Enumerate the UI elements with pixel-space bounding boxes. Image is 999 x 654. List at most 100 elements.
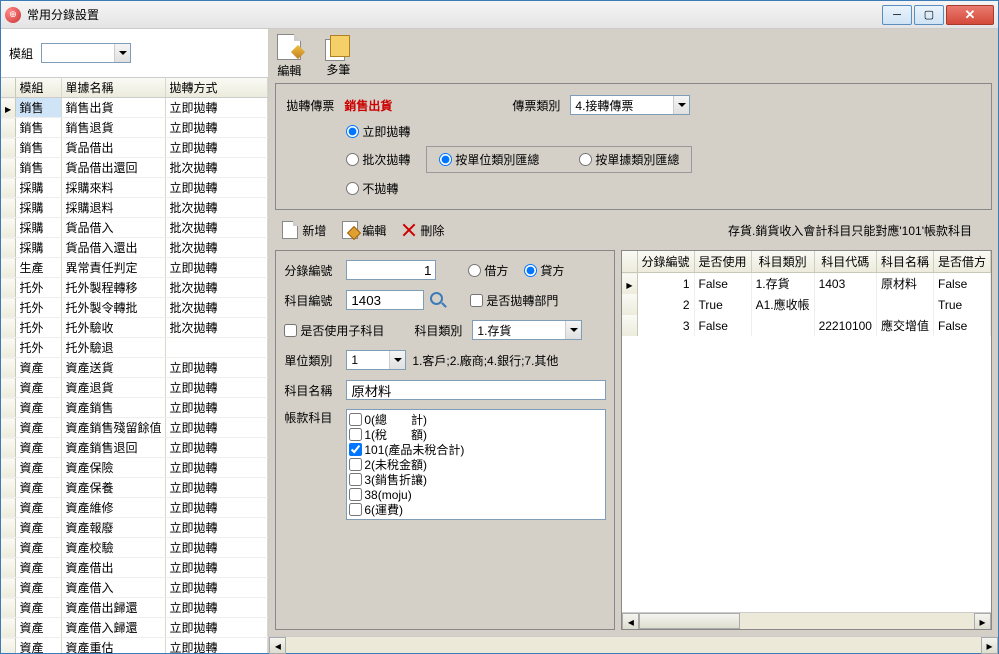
voucher-label: 拋轉傳票 bbox=[286, 97, 334, 114]
voucher-type-combo[interactable]: 4.接轉傳票 bbox=[570, 95, 690, 115]
doc-row[interactable]: 托外托外驗收批次拋轉 bbox=[1, 318, 268, 338]
doc-row[interactable]: 銷售銷售出貨立即拋轉 bbox=[1, 98, 268, 118]
transfer-settings: 拋轉傳票 銷售出貨 傳票類別 4.接轉傳票 立即拋轉 批次拋轉 bbox=[275, 83, 992, 210]
doc-grid[interactable]: 模組 單據名稱 拋轉方式 銷售銷售出貨立即拋轉銷售銷售退貨立即拋轉銷售貨品借出立… bbox=[1, 77, 268, 653]
window-title: 常用分錄設置 bbox=[27, 6, 99, 23]
batch-sub-options: 按單位類別匯總 按單據類別匯總 bbox=[426, 146, 692, 173]
doc-row[interactable]: 資產資產維修立即拋轉 bbox=[1, 498, 268, 518]
account-item[interactable]: 6(運費) bbox=[349, 502, 603, 517]
entry-no-input[interactable] bbox=[346, 260, 436, 280]
doc-row[interactable]: 托外托外驗退 bbox=[1, 338, 268, 358]
doc-row[interactable]: 資產資產借出立即拋轉 bbox=[1, 558, 268, 578]
titlebar: ⊕ 常用分錄設置 ─ ▢ ✕ bbox=[1, 1, 998, 29]
search-icon[interactable] bbox=[430, 292, 446, 308]
entry-row[interactable]: 3False22210100應交增值False bbox=[622, 315, 990, 336]
doc-row[interactable]: 資產資產銷售殘留餘值立即拋轉 bbox=[1, 418, 268, 438]
radio-immediate[interactable]: 立即拋轉 bbox=[346, 123, 410, 140]
entry-detail-form: 分錄編號 借方 貸方 科目編號 是否拋轉部門 bbox=[275, 250, 615, 630]
chevron-down-icon bbox=[673, 96, 689, 114]
app-window: ⊕ 常用分錄設置 ─ ▢ ✕ 模組 模組 單據名稱 bbox=[0, 0, 999, 654]
maximize-button[interactable]: ▢ bbox=[914, 5, 944, 25]
doc-row[interactable]: 資產資產借出歸還立即拋轉 bbox=[1, 598, 268, 618]
entry-row[interactable]: 1False1.存貨1403原材料False bbox=[622, 273, 990, 295]
subject-name-label: 科目名稱 bbox=[284, 382, 340, 399]
account-item[interactable]: 1(稅 額) bbox=[349, 427, 603, 442]
delete-button[interactable]: 刪除 bbox=[395, 219, 451, 242]
chevron-down-icon bbox=[114, 44, 130, 62]
use-sub-subject-check[interactable]: 是否使用子科目 bbox=[284, 322, 384, 339]
voucher-type-label: 傳票類別 bbox=[512, 97, 560, 114]
multi-icon bbox=[325, 35, 351, 59]
module-label: 模組 bbox=[9, 45, 33, 62]
entry-action-bar: 新增 編輯 刪除 存貨.銷貨收入會計科目只能對應'101'帳款科目 bbox=[275, 216, 992, 244]
doc-row[interactable]: 資產資產送貨立即拋轉 bbox=[1, 358, 268, 378]
radio-cr[interactable]: 貸方 bbox=[524, 262, 564, 279]
edit-tool-button[interactable]: 編輯 bbox=[277, 34, 301, 79]
doc-row[interactable]: 托外托外製程轉移批次拋轉 bbox=[1, 278, 268, 298]
doc-row[interactable]: 資產資產保險立即拋轉 bbox=[1, 458, 268, 478]
doc-row[interactable]: 資產資產重估立即拋轉 bbox=[1, 638, 268, 654]
radio-batch[interactable]: 批次拋轉 bbox=[346, 151, 410, 168]
doc-row[interactable]: 採購採購來料立即拋轉 bbox=[1, 178, 268, 198]
account-item[interactable]: 3(銷售折讓) bbox=[349, 472, 603, 487]
close-button[interactable]: ✕ bbox=[946, 5, 994, 25]
module-combo[interactable] bbox=[41, 43, 131, 63]
subject-no-input[interactable] bbox=[346, 290, 424, 310]
entry-no-label: 分錄編號 bbox=[284, 262, 340, 279]
doc-row[interactable]: 托外托外製令轉批批次拋轉 bbox=[1, 298, 268, 318]
doc-row[interactable]: 資產資產銷售立即拋轉 bbox=[1, 398, 268, 418]
doc-row[interactable]: 資產資產保養立即拋轉 bbox=[1, 478, 268, 498]
radio-by-unit[interactable]: 按單位類別匯總 bbox=[439, 151, 539, 168]
edit-button[interactable]: 編輯 bbox=[335, 218, 393, 242]
transfer-dept-check[interactable]: 是否拋轉部門 bbox=[470, 292, 558, 309]
doc-row[interactable]: 資產資產銷售退回立即拋轉 bbox=[1, 438, 268, 458]
doc-row[interactable]: 銷售銷售退貨立即拋轉 bbox=[1, 118, 268, 138]
account-item[interactable]: 101(產品未稅合計) bbox=[349, 442, 603, 457]
minimize-button[interactable]: ─ bbox=[882, 5, 912, 25]
account-subject-list[interactable]: 0(總 計)1(稅 額)101(產品未稅合計)2(未稅金額)3(銷售折讓)38(… bbox=[346, 409, 606, 520]
account-item[interactable]: 2(未稅金額) bbox=[349, 457, 603, 472]
doc-row[interactable]: 資產資產退貨立即拋轉 bbox=[1, 378, 268, 398]
app-icon: ⊕ bbox=[5, 7, 21, 23]
doc-row[interactable]: 資產資產借入歸還立即拋轉 bbox=[1, 618, 268, 638]
doc-row[interactable]: 資產資產校驗立即拋轉 bbox=[1, 538, 268, 558]
radio-by-doc[interactable]: 按單據類別匯總 bbox=[579, 151, 679, 168]
doc-row[interactable]: 銷售貨品借出還回批次拋轉 bbox=[1, 158, 268, 178]
doc-row[interactable]: 資產資產借入立即拋轉 bbox=[1, 578, 268, 598]
doc-row[interactable]: 銷售貨品借出立即拋轉 bbox=[1, 138, 268, 158]
subgrid-hscroll[interactable]: ◂▸ bbox=[622, 612, 991, 629]
account-subject-label: 帳款科目 bbox=[284, 409, 340, 426]
entry-grid[interactable]: 分錄編號 是否使用 科目類別 科目代碼 科目名稱 是否借方 1False1.存貨… bbox=[621, 250, 992, 630]
info-message: 存貨.銷貨收入會計科目只能對應'101'帳款科目 bbox=[728, 222, 992, 239]
right-hscroll[interactable]: ◂▸ bbox=[269, 636, 998, 653]
doc-row[interactable]: 生產異常責任判定立即拋轉 bbox=[1, 258, 268, 278]
account-item[interactable]: 0(總 計) bbox=[349, 412, 603, 427]
unit-type-label: 單位類別 bbox=[284, 352, 340, 369]
doc-row[interactable]: 採購採購退料批次拋轉 bbox=[1, 198, 268, 218]
main-toolbar: 編輯 多筆 bbox=[269, 29, 998, 83]
col-transfer[interactable]: 拋轉方式 bbox=[165, 78, 268, 98]
doc-row[interactable]: 採購貨品借入還出批次拋轉 bbox=[1, 238, 268, 258]
radio-dr[interactable]: 借方 bbox=[468, 262, 508, 279]
subject-name-input[interactable] bbox=[346, 380, 606, 400]
entry-row[interactable]: 2TrueA1.應收帳True bbox=[622, 294, 990, 315]
subject-type-label: 科目類別 bbox=[414, 322, 462, 339]
chevron-down-icon bbox=[389, 351, 405, 369]
col-module[interactable]: 模組 bbox=[15, 78, 61, 98]
radio-none[interactable]: 不拋轉 bbox=[346, 180, 398, 197]
chevron-down-icon bbox=[565, 321, 581, 339]
right-panel: 編輯 多筆 拋轉傳票 銷售出貨 傳票類別 4.接轉傳票 bbox=[269, 29, 998, 653]
unit-type-hint: 1.客戶;2.廠商;4.銀行;7.其他 bbox=[412, 352, 558, 369]
new-button[interactable]: 新增 bbox=[275, 218, 333, 242]
multi-tool-button[interactable]: 多筆 bbox=[325, 35, 351, 78]
account-item[interactable]: 38(moju) bbox=[349, 487, 603, 502]
col-docname[interactable]: 單據名稱 bbox=[61, 78, 165, 98]
new-icon bbox=[282, 221, 298, 239]
doc-row[interactable]: 採購貨品借入批次拋轉 bbox=[1, 218, 268, 238]
unit-type-combo[interactable]: 1 bbox=[346, 350, 406, 370]
doc-row[interactable]: 資產資產報廢立即拋轉 bbox=[1, 518, 268, 538]
edit-icon bbox=[277, 34, 301, 60]
current-doc-name: 銷售出貨 bbox=[344, 97, 392, 114]
subject-type-combo[interactable]: 1.存貨 bbox=[472, 320, 582, 340]
edit-icon bbox=[342, 221, 358, 239]
